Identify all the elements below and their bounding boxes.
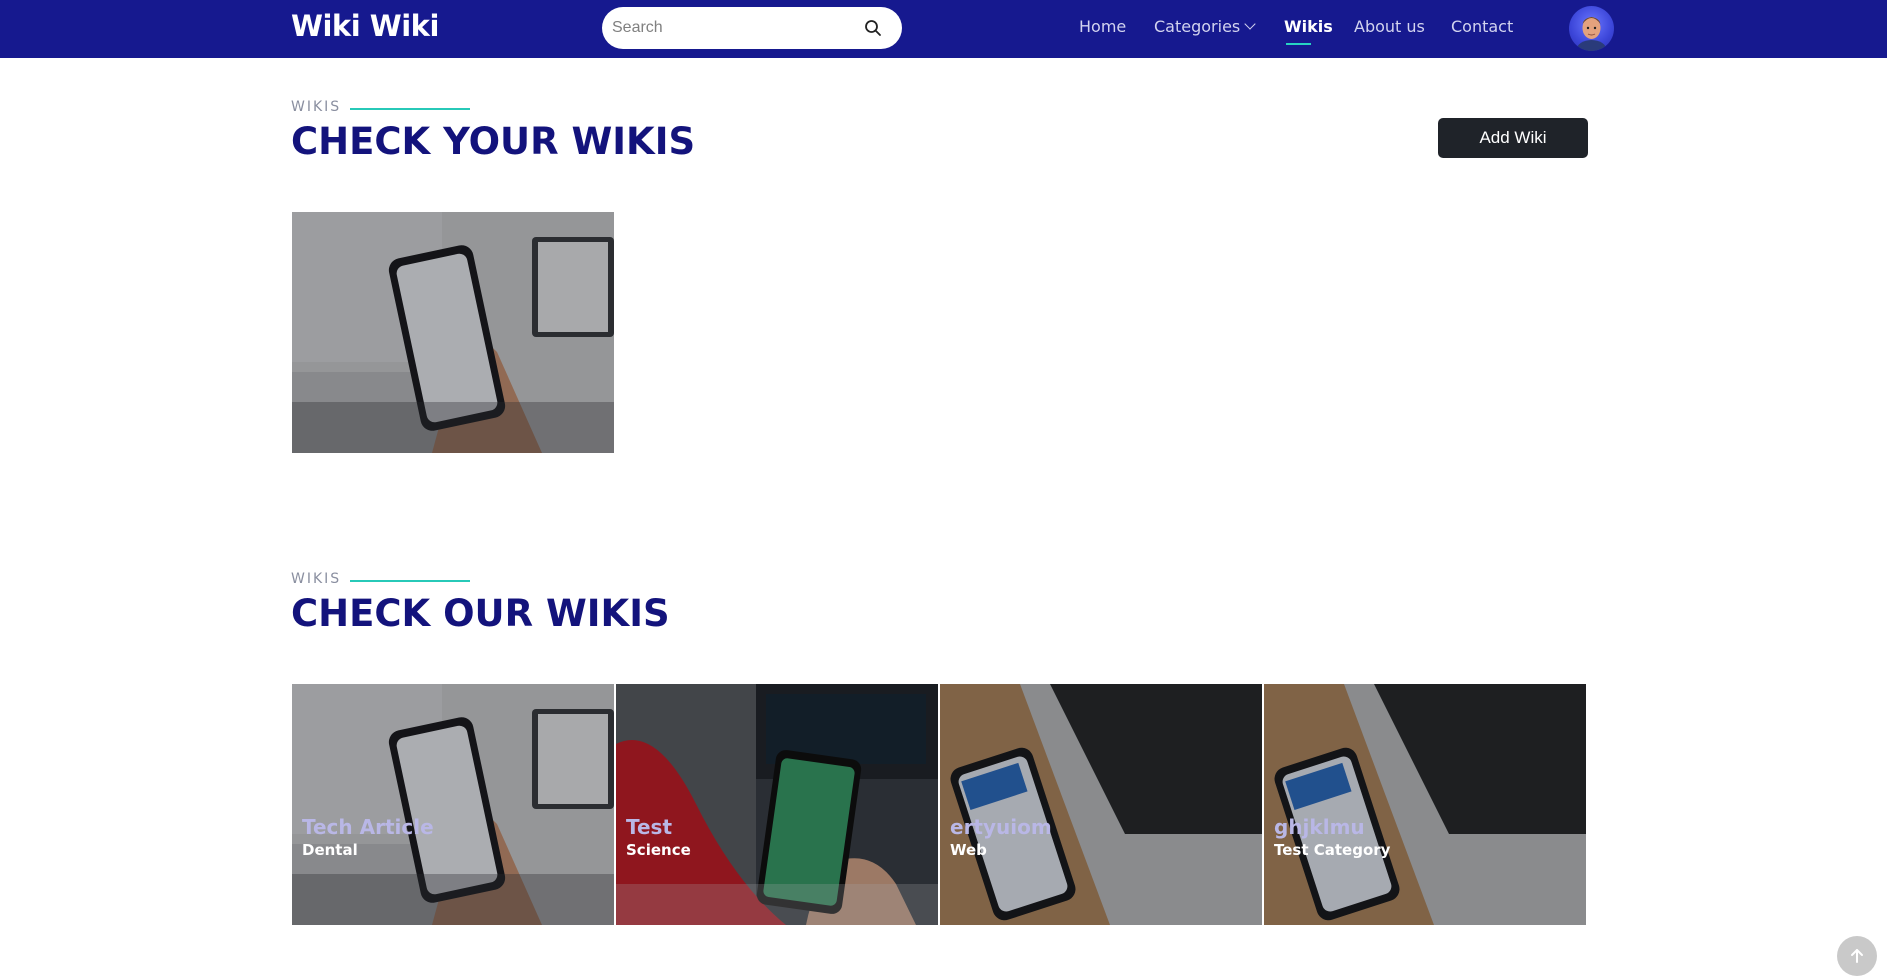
- search-icon[interactable]: [864, 19, 882, 37]
- your-wikis-heading: CHECK YOUR WIKIS: [291, 120, 696, 163]
- nav-home[interactable]: Home: [1079, 17, 1126, 36]
- wiki-card-category: Science: [626, 841, 691, 859]
- search-box: [602, 7, 902, 49]
- wiki-card[interactable]: Tech Article Dental: [292, 684, 614, 925]
- add-wiki-button[interactable]: Add Wiki: [1438, 118, 1588, 158]
- card-overlay: [616, 684, 938, 925]
- card-overlay: [940, 684, 1262, 925]
- nav-contact[interactable]: Contact: [1451, 17, 1513, 36]
- scroll-to-top-button[interactable]: [1837, 936, 1877, 976]
- arrow-up-icon: [1851, 949, 1863, 963]
- wiki-card-title: Test: [626, 815, 673, 839]
- top-navbar: Wiki Wiki Home Categories Wikis About us…: [0, 0, 1887, 58]
- card-overlay: [1264, 684, 1586, 925]
- your-wiki-card[interactable]: [292, 212, 614, 453]
- wiki-card-title: ghjklmu: [1274, 815, 1365, 839]
- wiki-card-title: ertyuiom: [950, 815, 1052, 839]
- search-input[interactable]: [612, 13, 852, 43]
- section-eyebrow-your: WIKIS: [291, 99, 342, 115]
- nav-about[interactable]: About us: [1354, 17, 1425, 36]
- eyebrow-line-our: [350, 580, 470, 582]
- section-eyebrow-our: WIKIS: [291, 571, 342, 587]
- avatar-face-icon: [1576, 17, 1607, 51]
- wiki-card[interactable]: Test Science: [616, 684, 938, 925]
- brand-logo[interactable]: Wiki Wiki: [291, 9, 439, 43]
- wiki-card-title: Tech Article: [302, 815, 434, 839]
- card-overlay: [292, 212, 614, 453]
- card-overlay: [292, 684, 614, 925]
- chevron-down-icon: [1244, 18, 1256, 30]
- eyebrow-line-your: [350, 108, 470, 110]
- wiki-card[interactable]: ertyuiom Web: [940, 684, 1262, 925]
- wiki-card-category: Web: [950, 841, 987, 859]
- wiki-card[interactable]: ghjklmu Test Category: [1264, 684, 1586, 925]
- wiki-card-category: Dental: [302, 841, 358, 859]
- our-wikis-heading: CHECK OUR WIKIS: [291, 592, 670, 635]
- wiki-card-category: Test Category: [1274, 841, 1391, 859]
- nav-categories-label: Categories: [1154, 17, 1241, 36]
- nav-categories[interactable]: Categories: [1154, 17, 1256, 36]
- user-avatar[interactable]: [1569, 6, 1614, 51]
- nav-wikis[interactable]: Wikis: [1284, 17, 1333, 36]
- active-nav-indicator: [1286, 43, 1311, 45]
